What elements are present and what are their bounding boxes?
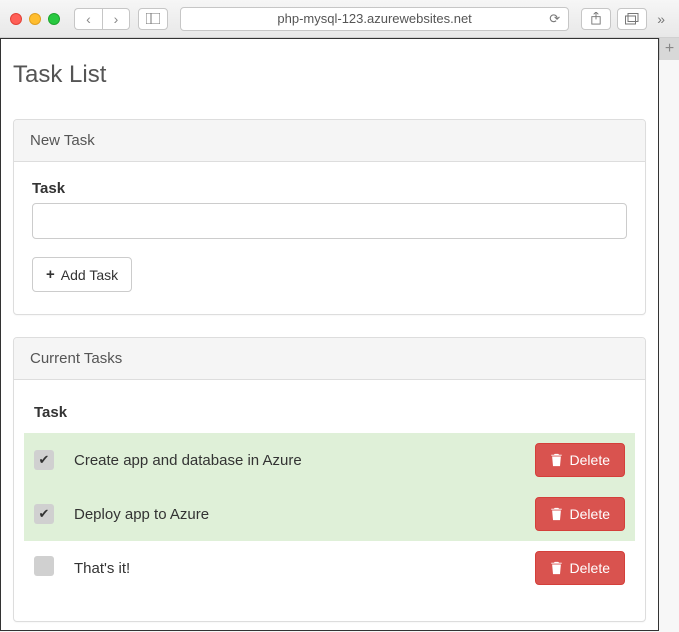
close-window-icon[interactable] [10,13,22,25]
reload-icon[interactable]: ⟳ [549,11,560,27]
table-row: ✔ Deploy app to Azure Delete [24,487,635,541]
page-title: Task List [13,61,646,89]
task-column-header: Task [24,394,505,433]
browser-toolbar: ‹ › php-mysql-123.azurewebsites.net ⟳ » [0,0,679,38]
add-task-button[interactable]: + Add Task [32,257,132,292]
url-text: php-mysql-123.azurewebsites.net [277,11,471,26]
window-controls [10,13,60,25]
plus-icon: + [46,266,55,283]
task-checkbox[interactable]: ✔ [34,504,54,524]
sidebar-toggle-button[interactable] [138,8,168,30]
nav-buttons: ‹ › [74,8,130,30]
table-row: That's it! Delete [24,541,635,595]
delete-label: Delete [570,452,610,468]
task-input[interactable] [32,203,627,239]
address-bar[interactable]: php-mysql-123.azurewebsites.net ⟳ [180,7,569,31]
task-checkbox[interactable] [34,556,54,576]
add-task-label: Add Task [61,267,118,283]
more-icon[interactable]: » [653,11,669,27]
delete-button[interactable]: Delete [535,497,625,531]
new-task-heading: New Task [14,120,645,162]
forward-button[interactable]: › [102,8,130,30]
delete-label: Delete [570,506,610,522]
back-button[interactable]: ‹ [74,8,102,30]
delete-label: Delete [570,560,610,576]
new-task-panel: New Task Task + Add Task [13,119,646,315]
task-checkbox[interactable]: ✔ [34,450,54,470]
maximize-window-icon[interactable] [48,13,60,25]
delete-button[interactable]: Delete [535,551,625,585]
trash-icon [550,507,563,521]
new-tab-button[interactable]: + [659,38,679,60]
current-tasks-panel: Current Tasks Task ✔ Create app and datab… [13,337,646,622]
task-label: Deploy app to Azure [64,487,505,541]
trash-icon [550,561,563,575]
tasks-table: Task ✔Create app and database in AzureDe… [24,394,635,595]
task-field-label: Task [32,180,627,197]
current-tasks-heading: Current Tasks [14,338,645,380]
task-label: That's it! [64,541,505,595]
task-label: Create app and database in Azure [64,433,505,487]
trash-icon [550,453,563,467]
share-button[interactable] [581,8,611,30]
delete-button[interactable]: Delete [535,443,625,477]
table-row: ✔ Create app and database in Azure Delete [24,433,635,487]
minimize-window-icon[interactable] [29,13,41,25]
tabs-button[interactable] [617,8,647,30]
